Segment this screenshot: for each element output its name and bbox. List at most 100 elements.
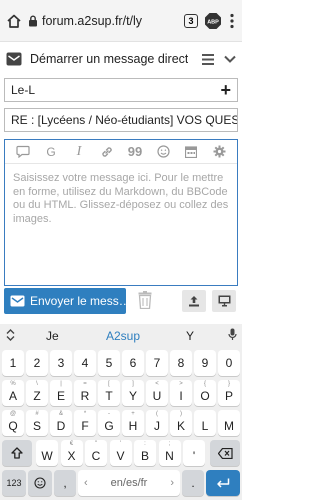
discard-button[interactable]: [138, 291, 152, 314]
numbers-key[interactable]: 123: [2, 470, 26, 496]
backspace-key[interactable]: [210, 440, 240, 466]
key-u[interactable]: < U: [146, 380, 168, 406]
key-secondary-label: {: [203, 381, 206, 387]
key-secondary-label: @: [9, 411, 17, 417]
keyboard-row-wxcv: W € X " C ' V: B; N ': [0, 440, 242, 466]
upload-button[interactable]: [182, 290, 206, 312]
keyboard-row-qsdf: @ Q # S & D * F - G + H(J) K L M: [0, 410, 242, 436]
expand-suggestions-icon[interactable]: [6, 328, 15, 344]
key-z[interactable]: \ Z: [26, 380, 48, 406]
key-m[interactable]: M: [218, 410, 240, 436]
preview-toggle-button[interactable]: [212, 290, 236, 312]
url-text: forum.a2sup.fr/t/ly: [42, 13, 143, 28]
link-icon[interactable]: [98, 143, 116, 161]
upload-icon: [189, 296, 199, 307]
key-o[interactable]: {O: [194, 380, 216, 406]
key-j[interactable]: (J: [146, 410, 168, 436]
backspace-icon: [217, 447, 233, 459]
key-k[interactable]: ) K: [170, 410, 192, 436]
keyboard-row-numbers: 1234567890: [0, 350, 242, 376]
editor-placeholder: Saisissez votre message ici. Pour le met…: [13, 172, 229, 225]
key-5[interactable]: 5: [98, 350, 120, 376]
key-secondary-label: ): [180, 411, 182, 417]
emoji-icon[interactable]: [154, 143, 172, 161]
key-label: F: [81, 419, 89, 433]
period-key[interactable]: .: [182, 470, 204, 496]
key-secondary-label: (: [156, 411, 158, 417]
chevron-right-icon: ›: [170, 477, 174, 489]
key-apostrophe[interactable]: ': [183, 440, 205, 466]
key-i[interactable]: > I: [170, 380, 192, 406]
key-6[interactable]: 6: [122, 350, 144, 376]
send-message-label: Envoyer le mess…: [30, 294, 126, 308]
recipient-field[interactable]: Le-L +: [4, 78, 238, 102]
key-h[interactable]: + H: [122, 410, 144, 436]
tab-switcher-button[interactable]: 3: [184, 13, 198, 28]
key-1[interactable]: 1: [2, 350, 24, 376]
suggestion-3[interactable]: Y: [186, 329, 194, 343]
key-secondary-label: |: [60, 381, 62, 387]
space-label: en/es/fr: [110, 477, 148, 489]
key-q[interactable]: @ Q: [2, 410, 24, 436]
home-button[interactable]: [0, 0, 28, 42]
suggestion-2[interactable]: A2sup: [106, 329, 140, 343]
italic-button[interactable]: I: [70, 143, 88, 161]
comma-key[interactable]: ,: [54, 470, 76, 496]
key-t[interactable]: [T: [98, 380, 120, 406]
key-secondary-label: >: [179, 381, 183, 387]
key-v[interactable]: ' V: [109, 440, 132, 466]
key-n[interactable]: ; N: [158, 440, 181, 466]
trash-icon: [138, 291, 152, 310]
key-r[interactable]: = R: [74, 380, 96, 406]
gear-icon[interactable]: [210, 143, 228, 161]
suggestion-1[interactable]: Je: [46, 329, 59, 343]
send-message-button[interactable]: Envoyer le mess…: [4, 288, 126, 314]
adblock-button[interactable]: ABP: [204, 12, 222, 30]
key-9[interactable]: 9: [194, 350, 216, 376]
key-e[interactable]: | E: [50, 380, 72, 406]
add-recipient-icon[interactable]: +: [220, 80, 231, 101]
key-label: S: [32, 419, 41, 433]
menu-icon[interactable]: [202, 53, 214, 65]
bold-button[interactable]: G: [42, 143, 60, 161]
collapse-chevron-icon[interactable]: [224, 55, 236, 63]
key-g[interactable]: -G: [98, 410, 120, 436]
key-0[interactable]: 0: [218, 350, 240, 376]
emoji-key[interactable]: [28, 470, 52, 496]
space-key[interactable]: ‹ en/es/fr ›: [78, 470, 180, 496]
enter-key[interactable]: [206, 470, 240, 496]
key-2[interactable]: 2: [26, 350, 48, 376]
calendar-icon[interactable]: [182, 143, 200, 161]
key-s[interactable]: # S: [26, 410, 48, 436]
key-label: L: [201, 419, 209, 433]
key-w[interactable]: W: [36, 440, 58, 466]
key-8[interactable]: 8: [170, 350, 192, 376]
key-label: R: [80, 389, 90, 403]
key-label: P: [224, 389, 233, 403]
browser-menu-button[interactable]: [222, 0, 242, 42]
adblock-icon: ABP: [205, 12, 221, 29]
key-x[interactable]: € X: [60, 440, 83, 466]
emoji-speech-icon[interactable]: [14, 143, 32, 161]
key-3[interactable]: 3: [50, 350, 72, 376]
subject-field[interactable]: RE : [Lycéens / Néo-étudiants] VOS QUEST…: [4, 108, 238, 132]
key-label: C: [91, 449, 101, 463]
key-y[interactable]: ] Y: [122, 380, 144, 406]
key-4[interactable]: 4: [74, 350, 96, 376]
key-b[interactable]: :B: [134, 440, 156, 466]
url-field[interactable]: forum.a2sup.fr/t/ly: [28, 7, 180, 35]
key-l[interactable]: L: [194, 410, 216, 436]
key-7[interactable]: 7: [146, 350, 168, 376]
quote-button[interactable]: 99: [126, 143, 144, 161]
key-c[interactable]: " C: [85, 440, 107, 466]
key-f[interactable]: * F: [74, 410, 96, 436]
message-editor[interactable]: G I 99 Saisissez votre message ici. Pour…: [4, 139, 238, 286]
microphone-icon[interactable]: [228, 328, 237, 344]
key-d[interactable]: & D: [50, 410, 72, 436]
key-label: H: [128, 419, 138, 433]
shift-key[interactable]: [2, 440, 32, 466]
recipient-value: Le-L: [11, 83, 36, 97]
key-p[interactable]: } P: [218, 380, 240, 406]
key-a[interactable]: % A: [2, 380, 24, 406]
key-secondary-label: €: [69, 441, 74, 447]
